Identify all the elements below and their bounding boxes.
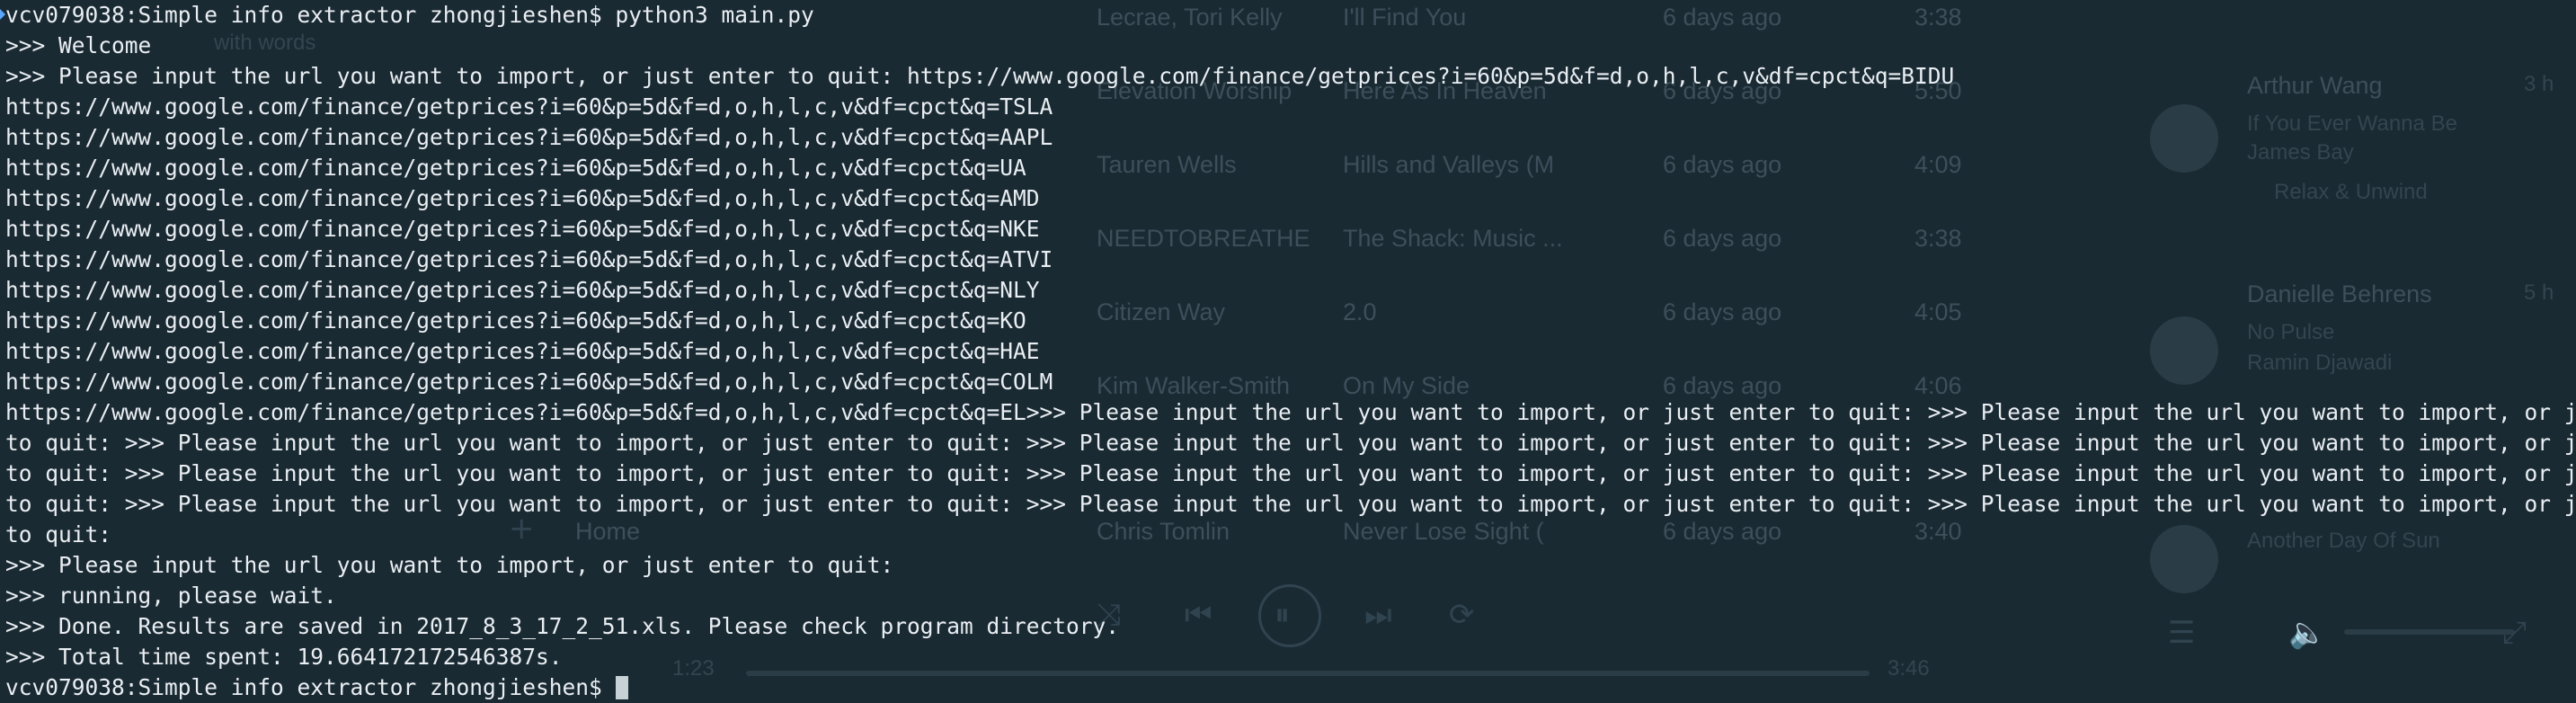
- terminal-window[interactable]: vcv079038:Simple info extractor zhongjie…: [0, 0, 2576, 700]
- terminal-line: to quit: >>> Please input the url you wa…: [5, 460, 2576, 486]
- terminal-line: https://www.google.com/finance/getprices…: [5, 399, 2576, 425]
- shell-prompt: vcv079038:Simple info extractor zhongjie…: [5, 674, 616, 700]
- terminal-line: >>> running, please wait.: [5, 583, 337, 609]
- terminal-line: to quit:: [5, 521, 112, 547]
- terminal-line: https://www.google.com/finance/getprices…: [5, 155, 1026, 181]
- terminal-line: https://www.google.com/finance/getprices…: [5, 338, 1040, 364]
- terminal-line: >>> Please input the url you want to imp…: [5, 63, 1955, 89]
- terminal-line: https://www.google.com/finance/getprices…: [5, 216, 1040, 242]
- terminal-line: >>> Done. Results are saved in 2017_8_3_…: [5, 613, 1120, 639]
- terminal-line: https://www.google.com/finance/getprices…: [5, 277, 1040, 303]
- terminal-line: >>> Please input the url you want to imp…: [5, 552, 894, 578]
- terminal-line: https://www.google.com/finance/getprices…: [5, 93, 1053, 120]
- text-cursor: [615, 676, 628, 699]
- terminal-line: https://www.google.com/finance/getprices…: [5, 246, 1053, 272]
- terminal-line: https://www.google.com/finance/getprices…: [5, 369, 1053, 395]
- terminal-input-line[interactable]: vcv079038:Simple info extractor zhongjie…: [5, 672, 2576, 703]
- terminal-line: vcv079038:Simple info extractor zhongjie…: [5, 2, 814, 28]
- terminal-line: >>> Welcome: [5, 32, 152, 58]
- prompt-marker-icon: [0, 9, 5, 20]
- terminal-line: https://www.google.com/finance/getprices…: [5, 124, 1053, 150]
- terminal-line: https://www.google.com/finance/getprices…: [5, 307, 1026, 334]
- terminal-line: https://www.google.com/finance/getprices…: [5, 185, 1040, 211]
- terminal-line: to quit: >>> Please input the url you wa…: [5, 430, 2576, 456]
- terminal-line: to quit: >>> Please input the url you wa…: [5, 491, 2576, 517]
- terminal-line: >>> Total time spent: 19.664172172546387…: [5, 644, 563, 670]
